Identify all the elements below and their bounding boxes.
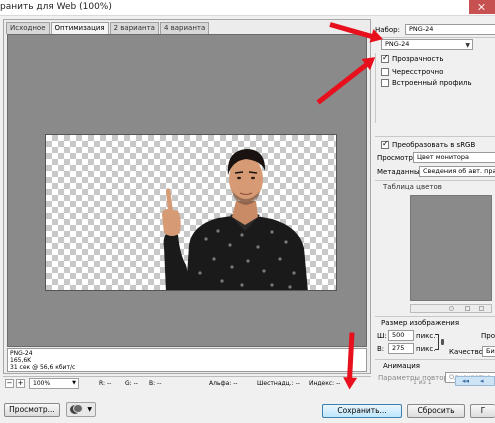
page-counter: 1 из 1	[413, 379, 432, 386]
chevron-down-icon: ▼	[87, 406, 92, 413]
color-table-label: Таблица цветов	[383, 183, 442, 191]
zoom-value: 100%	[33, 380, 51, 387]
preview-canvas[interactable]	[7, 34, 367, 347]
convert-srgb-checkbox[interactable]	[381, 139, 389, 149]
image-size-label: Размер изображения	[381, 319, 460, 327]
percent-label: Проц	[481, 332, 495, 340]
person-photo	[162, 149, 308, 290]
prev-frame-icon[interactable]: ◂	[480, 377, 484, 385]
format-select[interactable]: PNG-24 ▼	[381, 39, 473, 50]
preset-select[interactable]: PNG-24	[405, 24, 495, 35]
tab-original[interactable]: Исходное	[6, 22, 50, 34]
width-unit: пикс.	[416, 332, 436, 340]
preview-mode-select[interactable]: Цвет монитора	[413, 152, 495, 163]
chevron-down-icon: ▼	[72, 380, 76, 386]
info-format: PNG-24	[10, 350, 33, 357]
title-bar: ранить для Web (100%)	[0, 0, 495, 16]
quality-select[interactable]: Бик	[482, 346, 495, 357]
window-title: ранить для Web (100%)	[0, 2, 112, 12]
status-b: B: --	[149, 380, 162, 387]
status-index: Индекс: --	[309, 380, 341, 387]
embed-profile-checkbox[interactable]	[381, 79, 389, 87]
web-snap-icon[interactable]	[465, 306, 470, 311]
transparency-checkbox[interactable]	[381, 53, 389, 63]
settings-panel: Набор: PNG-24 PNG-24 ▼ Прозрачность Чере…	[373, 17, 495, 383]
metadata-value: Сведения об авт. праве	[423, 167, 495, 175]
format-value: PNG-24	[385, 40, 410, 48]
status-g: G: --	[125, 380, 138, 387]
info-size: 165,6K	[10, 357, 32, 364]
interlaced-checkbox[interactable]	[381, 68, 389, 76]
browser-select[interactable]: ▼	[66, 402, 96, 417]
chain-link-icon[interactable]	[441, 339, 444, 345]
first-frame-icon[interactable]: ◂◂	[462, 377, 469, 385]
status-r: R: --	[99, 380, 112, 387]
info-time: 31 сек @ 56,6 кбит/с	[10, 364, 76, 371]
embed-profile-label: Встроенный профиль	[392, 79, 472, 87]
tab-4-up[interactable]: 4 варианта	[159, 22, 210, 34]
tab-optimized[interactable]: Оптимизация	[50, 22, 109, 34]
zoom-in-button[interactable]: +	[16, 379, 25, 388]
reset-button[interactable]: Сбросить	[407, 404, 465, 418]
close-icon[interactable]	[469, 0, 495, 14]
done-button[interactable]: Г	[470, 404, 495, 418]
height-value: 275	[392, 344, 405, 352]
zoom-select[interactable]: 100% ▼	[29, 378, 79, 389]
height-label: В:	[377, 345, 385, 353]
height-input[interactable]: 275	[388, 343, 414, 354]
interlaced-label: Чересстрочно	[392, 68, 444, 76]
status-bar: − + 100% ▼ R: -- G: -- B: -- Альфа: -- Ш…	[3, 376, 371, 390]
chevron-down-icon: ▼	[465, 42, 470, 49]
preview-mode-label: Просмотр:	[377, 154, 416, 162]
status-hex: Шестнадц.: --	[257, 380, 300, 387]
preview-panel: Исходное Оптимизация 2 варианта 4 вариан…	[3, 19, 371, 374]
link-bracket	[435, 334, 439, 350]
map-color-icon[interactable]	[449, 306, 454, 311]
height-unit: пикс.	[416, 345, 436, 353]
preview-mode-value: Цвет монитора	[417, 153, 469, 161]
width-value: 500	[392, 331, 405, 339]
animation-label: Анимация	[383, 362, 421, 370]
tab-2-up[interactable]: 2 варианта	[109, 22, 159, 34]
optimization-info: PNG-24 165,6K 31 сек @ 56,6 кбит/с	[7, 348, 367, 372]
status-alpha: Альфа: --	[209, 380, 238, 387]
transparency-label: Прозрачность	[392, 55, 444, 63]
convert-srgb-label: Преобразовать в sRGB	[392, 141, 476, 149]
animation-nav[interactable]: ◂◂ ◂	[455, 376, 495, 386]
preset-value: PNG-24	[409, 25, 434, 33]
view-tabs: Исходное Оптимизация 2 варианта 4 вариан…	[6, 22, 210, 34]
delete-color-icon[interactable]	[479, 306, 484, 311]
color-table	[410, 195, 492, 301]
width-label: Ш:	[377, 332, 387, 340]
save-button[interactable]: Сохранить...	[322, 404, 402, 418]
zoom-out-button[interactable]: −	[5, 379, 14, 388]
preview-button[interactable]: Просмотр...	[4, 403, 60, 417]
color-table-toolbar	[410, 304, 492, 313]
quality-value: Бик	[486, 347, 495, 355]
metadata-select[interactable]: Сведения об авт. праве	[419, 166, 495, 177]
width-input[interactable]: 500	[388, 330, 414, 341]
quality-label: Качество:	[449, 348, 486, 356]
preview-image	[45, 134, 337, 291]
